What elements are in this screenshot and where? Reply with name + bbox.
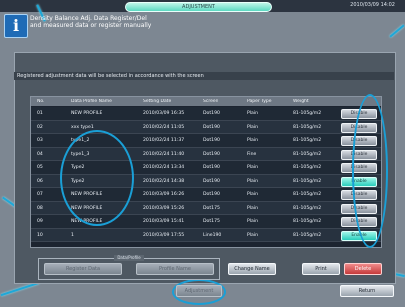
row-no: 08 bbox=[37, 205, 43, 211]
highlight-oval-names bbox=[60, 130, 134, 226]
row-setting-date: 2010/02/24 11:40 bbox=[143, 151, 185, 157]
description-line-1: Density Balance Adj. Data Register/Del bbox=[30, 15, 147, 22]
row-screen: Dot190 bbox=[203, 165, 220, 170]
window-title: ADJUSTMENT bbox=[125, 2, 272, 12]
row-weight: 81-105g/m2 bbox=[293, 192, 322, 197]
row-screen: Line190 bbox=[203, 232, 222, 238]
row-screen: Dot190 bbox=[203, 151, 220, 157]
delete-button[interactable]: Delete bbox=[344, 263, 382, 275]
data-profile-group-label: Data/Profile bbox=[114, 255, 144, 261]
row-screen: Dot190 bbox=[203, 192, 220, 197]
return-button[interactable]: Return bbox=[340, 285, 394, 297]
row-no: 10 bbox=[37, 232, 43, 238]
row-paper-type: Plain bbox=[247, 232, 259, 238]
print-button[interactable]: Print bbox=[302, 263, 340, 275]
callout-line-right bbox=[389, 24, 405, 38]
adjustment-screen: ADJUSTMENT 2010/03/09 14:02 i Density Ba… bbox=[0, 0, 405, 307]
row-paper-type: Plain bbox=[247, 192, 259, 197]
row-no: 02 bbox=[37, 124, 43, 130]
row-screen: Dot190 bbox=[203, 178, 220, 184]
row-screen: Dot190 bbox=[203, 138, 220, 143]
col-no: No. bbox=[37, 99, 45, 104]
row-weight: 81-105g/m2 bbox=[293, 205, 322, 211]
row-setting-date: 2010/03/09 15:26 bbox=[143, 205, 185, 211]
row-paper-type: Plain bbox=[247, 165, 259, 170]
highlight-oval-state bbox=[352, 94, 388, 248]
row-no: 06 bbox=[37, 178, 43, 184]
row-setting-date: 2010/03/09 16:35 bbox=[143, 111, 185, 116]
row-setting-date: 2010/03/09 15:41 bbox=[143, 219, 185, 224]
row-paper-type: Plain bbox=[247, 178, 259, 184]
row-setting-date: 2010/02/24 11:05 bbox=[143, 124, 185, 130]
row-weight: 81-105g/m2 bbox=[293, 165, 322, 170]
row-setting-date: 2010/03/09 16:26 bbox=[143, 192, 185, 197]
row-paper-type: Plain bbox=[247, 219, 259, 224]
row-weight: 81-105g/m2 bbox=[293, 124, 322, 130]
row-screen: Dot190 bbox=[203, 111, 220, 116]
row-no: 01 bbox=[37, 111, 43, 116]
adjustment-button[interactable]: Adjustment bbox=[176, 285, 222, 297]
title-bar: ADJUSTMENT 2010/03/09 14:02 bbox=[0, 0, 405, 12]
row-weight: 81-105g/m2 bbox=[293, 138, 322, 143]
col-weight: Weight bbox=[293, 99, 309, 104]
table-header: No. Data Profile Name Setting Date Scree… bbox=[31, 97, 381, 106]
row-screen: Dot175 bbox=[203, 219, 220, 224]
screen-description: Density Balance Adj. Data Register/Del a… bbox=[30, 15, 230, 29]
row-profile-name: NEW PROFILE bbox=[71, 111, 103, 116]
row-profile-name: 1 bbox=[71, 232, 74, 238]
row-weight: 81-105g/m2 bbox=[293, 111, 322, 116]
row-paper-type: Plain bbox=[247, 138, 259, 143]
row-screen: Dot175 bbox=[203, 205, 220, 211]
row-no: 07 bbox=[37, 192, 43, 197]
col-screen: Screen bbox=[203, 99, 219, 104]
callout-line-bottom-left bbox=[0, 281, 40, 297]
row-weight: 81-105g/m2 bbox=[293, 232, 322, 238]
table-row[interactable]: 10 1 2010/03/09 17:55 Line190 Plain 81-105g/m… bbox=[31, 228, 381, 242]
row-weight: 81-105g/m2 bbox=[293, 178, 322, 184]
register-data-button[interactable]: Register Data bbox=[44, 263, 122, 275]
notice-bar: Registered adjustment data will be selec… bbox=[14, 72, 394, 80]
row-setting-date: 2010/02/24 13:34 bbox=[143, 165, 185, 170]
row-paper-type: Plain bbox=[247, 124, 259, 130]
row-paper-type: Plain bbox=[247, 205, 259, 211]
row-paper-type: Fine bbox=[247, 151, 257, 157]
row-no: 09 bbox=[37, 219, 43, 224]
table-row[interactable]: 01 NEW PROFILE 2010/03/09 16:35 Dot190 Plain… bbox=[31, 107, 381, 121]
description-line-2: and measured data or register manually bbox=[30, 22, 152, 29]
col-name: Data Profile Name bbox=[71, 99, 112, 104]
row-screen: Dot190 bbox=[203, 124, 220, 130]
row-paper-type: Plain bbox=[247, 111, 259, 116]
row-setting-date: 2010/02/24 11:37 bbox=[143, 138, 185, 143]
col-paper: Paper Type bbox=[247, 99, 272, 104]
profile-name-button[interactable]: Profile Name bbox=[136, 263, 214, 275]
row-setting-date: 2010/02/24 14:38 bbox=[143, 178, 185, 184]
row-no: 05 bbox=[37, 165, 43, 170]
row-no: 04 bbox=[37, 151, 43, 157]
col-date: Setting Date bbox=[143, 99, 172, 104]
info-icon: i bbox=[4, 14, 28, 38]
row-no: 03 bbox=[37, 138, 43, 143]
change-name-button[interactable]: Change Name bbox=[228, 263, 276, 275]
row-weight: 81-105g/m2 bbox=[293, 219, 322, 224]
row-setting-date: 2010/03/09 17:55 bbox=[143, 232, 185, 238]
datetime-display: 2010/03/09 14:02 bbox=[350, 2, 395, 8]
row-weight: 81-105g/m2 bbox=[293, 151, 322, 157]
